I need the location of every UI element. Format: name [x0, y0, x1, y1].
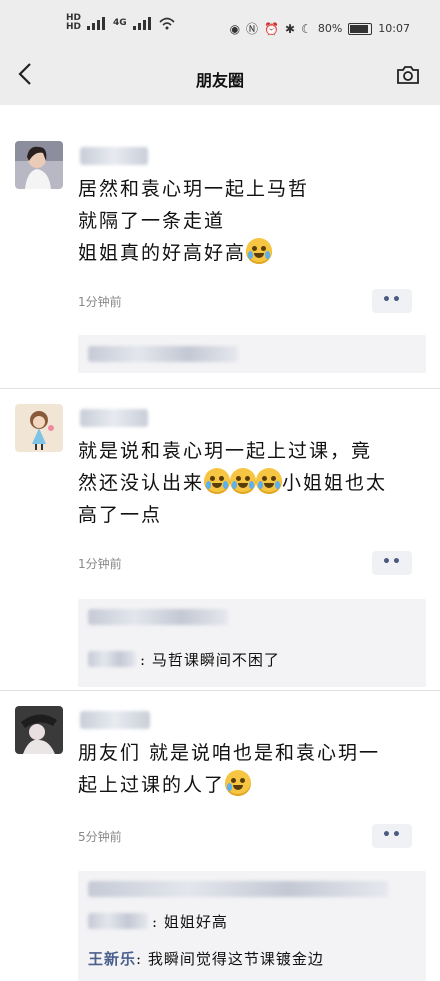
nickname-blurred[interactable]: [80, 711, 150, 729]
likes-comments-box: : 姐姐好高 王新乐: 我瞬间觉得这节课镀金边: [78, 871, 426, 981]
avatar-image: [15, 141, 63, 189]
avatar[interactable]: [15, 141, 63, 189]
post-text: 就是说和袁心玥一起上过课，竟 然还没认出来 小姐姐也太 高了一点: [78, 435, 418, 531]
battery-percent: 80%: [317, 22, 343, 35]
post-time: 1分钟前: [78, 557, 122, 571]
comment: 王新乐: 我瞬间觉得这节课镀金边: [88, 948, 324, 969]
hd-indicators: HD HD: [66, 14, 81, 32]
network-indicators: HD HD 4G: [66, 14, 175, 32]
page-title: 朋友圈: [195, 71, 244, 90]
post-line: 起上过课的人了: [78, 769, 418, 801]
nav-bar: 朋友圈: [0, 50, 440, 105]
moon-icon: ☾: [301, 21, 312, 36]
likes-box: [78, 335, 426, 373]
post-line: 就是说和袁心玥一起上过课，竟: [78, 440, 373, 462]
more-options-button[interactable]: ••: [372, 289, 412, 313]
likes-blurred: [88, 881, 388, 897]
post-time: 1分钟前: [78, 295, 122, 309]
commenter-blurred: [88, 651, 136, 667]
commenter-name[interactable]: 王新乐: [88, 950, 136, 968]
surprised-face-icon: [225, 770, 252, 796]
four-g-label: 4G: [113, 17, 127, 28]
divider: [0, 690, 440, 691]
crying-laughing-face-icon: [230, 468, 257, 494]
eye-icon: ◉: [229, 21, 241, 36]
post-time: 5分钟前: [78, 830, 122, 844]
nickname-blurred[interactable]: [80, 409, 148, 427]
post-text: 朋友们 就是说咱也是和袁心玥一 起上过课的人了: [78, 737, 418, 801]
avatar[interactable]: [15, 706, 63, 754]
post-line-text: 起上过课的人了: [78, 774, 226, 796]
post-line: 就隔了一条走道: [78, 210, 226, 232]
divider: [0, 388, 440, 389]
more-options-button[interactable]: ••: [372, 824, 412, 848]
alarm-icon: ⏰: [264, 21, 280, 36]
camera-icon[interactable]: [396, 66, 420, 84]
post-line-text: 然还没认出来: [78, 472, 205, 494]
signal-icon-2: [132, 17, 151, 30]
wifi-icon: [159, 17, 175, 30]
crying-laughing-face-icon: [256, 468, 283, 494]
post-line-text: 小姐姐也太: [282, 472, 388, 494]
post-line-text: 姐姐真的好高好高: [78, 242, 247, 264]
clock: 10:07: [378, 22, 410, 35]
crying-face-icon: [246, 238, 273, 264]
hd-label-2: HD: [66, 22, 82, 32]
post-line: 高了一点: [78, 504, 163, 526]
likes-blurred: [88, 609, 228, 625]
likes-comments-box: : 马哲课瞬间不困了: [78, 599, 426, 687]
avatar[interactable]: [15, 404, 63, 452]
post-line: 姐姐真的好高好高: [78, 237, 418, 269]
likes-blurred: [88, 346, 238, 362]
nfc-icon: Ⓝ: [246, 22, 259, 36]
post-text: 居然和袁心玥一起上马哲 就隔了一条走道 姐姐真的好高好高: [78, 173, 418, 269]
signal-icon-1: [87, 17, 106, 30]
post-line: 然还没认出来 小姐姐也太: [78, 467, 418, 499]
crying-laughing-face-icon: [204, 468, 231, 494]
post-line: 居然和袁心玥一起上马哲: [78, 178, 310, 200]
bluetooth-icon: ✱: [285, 21, 296, 36]
more-options-button[interactable]: ••: [372, 551, 412, 575]
status-right: ◉ Ⓝ ⏰ ✱ ☾ 80% 10:07: [230, 20, 410, 37]
comment-text: : 我瞬间觉得这节课镀金边: [136, 950, 324, 968]
comment-text: : 姐姐好高: [152, 913, 228, 931]
post-line: 朋友们 就是说咱也是和袁心玥一: [78, 742, 381, 764]
comment-text: : 马哲课瞬间不困了: [140, 651, 280, 669]
status-bar: HD HD 4G ◉ Ⓝ ⏰ ✱ ☾ 80% 10:07: [0, 0, 440, 50]
battery-icon: [348, 22, 373, 35]
avatar-image: [15, 706, 63, 754]
nickname-blurred[interactable]: [80, 147, 148, 165]
commenter-blurred: [88, 913, 148, 929]
avatar-image: [15, 404, 63, 452]
